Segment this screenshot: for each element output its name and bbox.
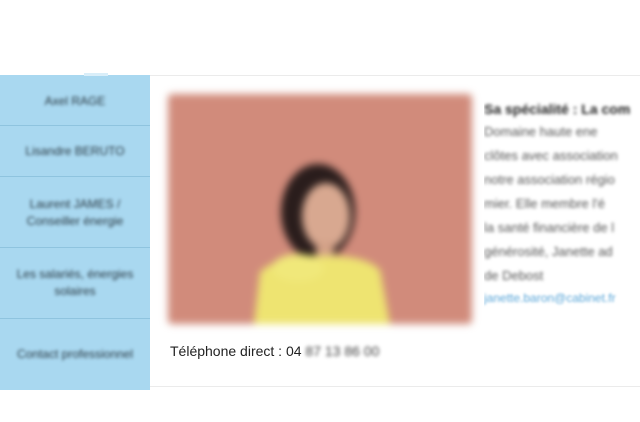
specialty-title: Sa spécialité : La com bbox=[484, 101, 631, 117]
description-line: la santé financière de l bbox=[484, 220, 615, 235]
description-line: de Debost bbox=[484, 268, 544, 283]
profile-description: Sa spécialité : La com Domaine haute ene… bbox=[484, 98, 640, 338]
description-line: notre association régio bbox=[484, 172, 615, 187]
sidebar-tab-marker bbox=[84, 73, 108, 76]
phone-line: Téléphone direct : 04 87 13 86 00 bbox=[170, 343, 379, 359]
email-link[interactable]: janette.baron@cabinet.fr bbox=[484, 288, 640, 308]
portrait-image bbox=[168, 94, 472, 324]
sidebar-separator bbox=[0, 176, 150, 177]
content-top-border bbox=[150, 75, 640, 76]
team-sidebar: Axel RAGE Lisandre BERUTO Laurent JAMES … bbox=[0, 75, 150, 390]
description-line: clôtes avec association bbox=[484, 148, 618, 163]
sidebar-item-4[interactable]: Les salariés, énergies solaires bbox=[0, 257, 150, 309]
sidebar-separator bbox=[0, 125, 150, 126]
sidebar-item-1[interactable]: Axel RAGE bbox=[0, 85, 150, 117]
description-line: Domaine haute ene bbox=[484, 124, 598, 139]
sidebar-item-5[interactable]: Contact professionnel bbox=[0, 328, 150, 380]
sidebar-separator bbox=[0, 247, 150, 248]
sidebar-separator bbox=[0, 318, 150, 319]
content-bottom-border bbox=[150, 386, 640, 387]
phone-label: Téléphone direct : 04 bbox=[170, 343, 302, 359]
phone-number[interactable]: 87 13 86 00 bbox=[305, 343, 379, 359]
profile-photo bbox=[168, 94, 472, 324]
sidebar-item-2[interactable]: Lisandre BERUTO bbox=[0, 135, 150, 167]
description-line: mier. Elle membre l'é bbox=[484, 196, 605, 211]
description-line: générosité, Janette ad bbox=[484, 244, 613, 259]
sidebar-item-3[interactable]: Laurent JAMES / Conseiller énergie bbox=[0, 187, 150, 239]
